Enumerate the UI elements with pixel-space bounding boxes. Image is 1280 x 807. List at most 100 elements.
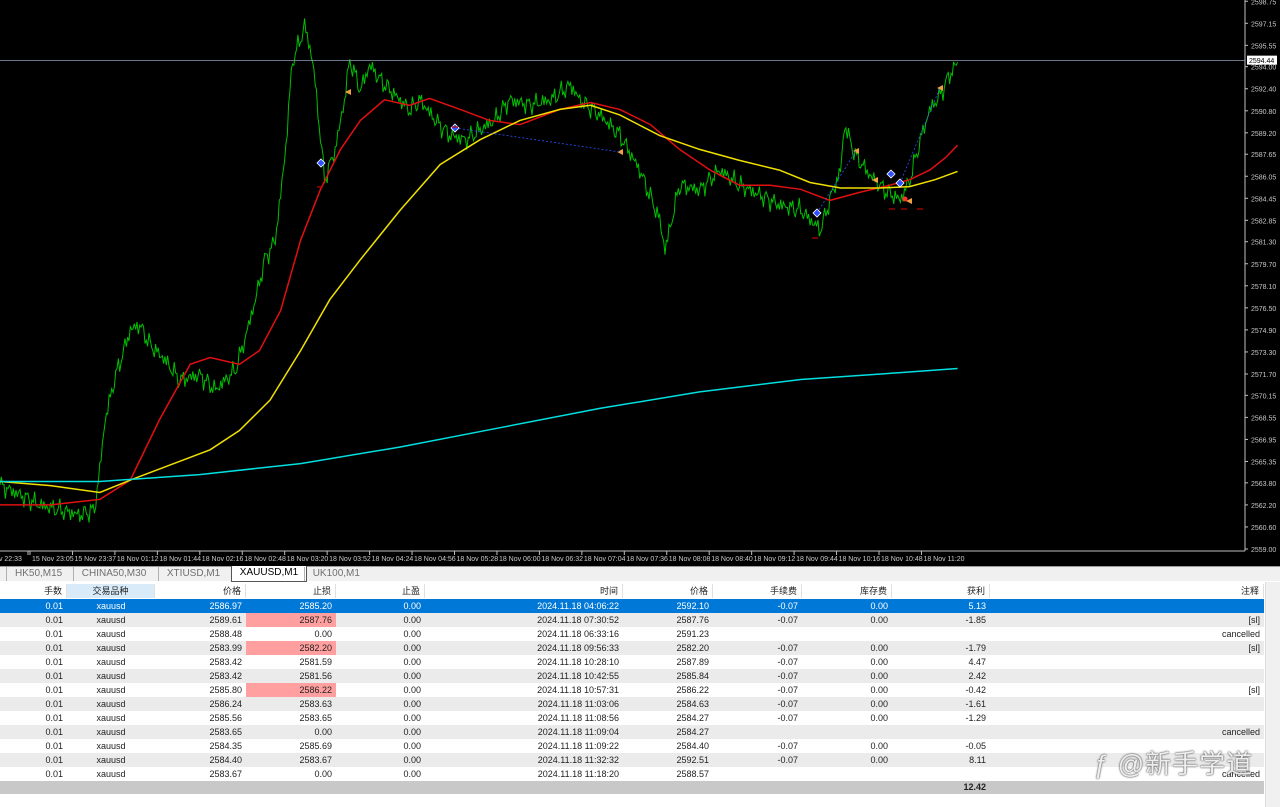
header-take-profit[interactable]: 止盈 [336, 584, 425, 598]
table-row[interactable]: 0.01 xauusd 2584.35 2585.69 0.00 2024.11.18 1… [0, 739, 1264, 753]
cell-comment: [sl] [1248, 615, 1260, 625]
cell-close-price: 2591.23 [676, 629, 709, 639]
cell-lots: 0.01 [45, 629, 63, 639]
table-row[interactable]: 0.01 xauusd 2585.80 2586.22 0.00 2024.11.18 1… [0, 683, 1264, 697]
cell-take-profit: 0.00 [403, 671, 421, 681]
cell-swap: 0.00 [870, 671, 888, 681]
cell-lots: 0.01 [45, 727, 63, 737]
cell-take-profit: 0.00 [403, 685, 421, 695]
header-time[interactable]: 时间 [425, 584, 623, 598]
cell-swap: 0.00 [870, 741, 888, 751]
cell-commission: -0.07 [777, 741, 798, 751]
cell-symbol: xauusd [96, 727, 126, 737]
table-row[interactable]: 0.01 xauusd 2583.65 0.00 0.00 2024.11.18 11:0… [0, 725, 1264, 739]
header-profit[interactable]: 获利 [892, 584, 990, 598]
cell-lots: 0.01 [45, 671, 63, 681]
chart-canvas[interactable]: 2598.75 2597.15 2595.55 2594.00 2592.40 2590.… [0, 0, 1280, 566]
cell-close-price: 2582.20 [676, 643, 709, 653]
cell-profit: -0.05 [965, 741, 986, 751]
cell-symbol: xauusd [96, 643, 126, 653]
header-open-price[interactable]: 价格 [155, 584, 246, 598]
tab-hk50-m15[interactable]: HK50,M15 [6, 567, 70, 581]
table-row[interactable]: 0.01 xauusd 2583.42 2581.56 0.00 2024.11.18 1… [0, 669, 1264, 683]
y-tick-label: 2566.95 [1251, 437, 1276, 444]
cell-lots: 0.01 [45, 615, 63, 625]
cell-time: 2024.11.18 11:08:56 [537, 713, 619, 723]
table-row[interactable]: 0.01 xauusd 2584.40 2583.67 0.00 2024.11.18 1… [0, 753, 1264, 767]
table-row[interactable]: 0.01 xauusd 2585.56 2583.65 0.00 2024.11.18 1… [0, 711, 1264, 725]
cell-lots: 0.01 [45, 713, 63, 723]
cell-time: 2024.11.18 11:03:06 [537, 699, 619, 709]
cell-profit: 8.11 [969, 755, 986, 765]
y-tick-label: 2560.60 [1251, 525, 1276, 532]
x-tick-label: 15 Nov 23:37 [74, 556, 116, 563]
tab-xauusd-m1[interactable]: XAUUSD,M1 [230, 566, 308, 582]
table-row[interactable]: 0.01 xauusd 2583.99 2582.20 0.00 2024.11.18 0… [0, 641, 1264, 655]
x-tick-label: 18 Nov 02:16 [202, 556, 244, 563]
header-comment[interactable]: 注释 [990, 584, 1264, 598]
cell-symbol: xauusd [96, 755, 126, 765]
y-tick-label: 2576.50 [1251, 306, 1276, 313]
cell-time: 2024.11.18 11:09:22 [537, 741, 619, 751]
cell-comment: [sl] [1248, 643, 1260, 653]
cell-swap: 0.00 [870, 643, 888, 653]
total-row: 12.42 [0, 781, 1264, 794]
cell-time: 2024.11.18 10:57:31 [537, 685, 619, 695]
header-stop-loss[interactable]: 止损 [246, 584, 336, 598]
series-ma-yellow [0, 104, 958, 494]
y-tick-label: 2581.30 [1251, 240, 1276, 247]
y-tick-label: 2584.45 [1251, 196, 1276, 203]
cell-open-price: 2583.42 [209, 671, 242, 681]
cell-stop-loss: 2585.20 [299, 601, 332, 611]
table-row[interactable]: 0.01 xauusd 2583.42 2581.59 0.00 2024.11.18 1… [0, 655, 1264, 669]
cell-lots: 0.01 [45, 657, 63, 667]
table-row[interactable]: 0.01 xauusd 2588.48 0.00 0.00 2024.11.18 06:3… [0, 627, 1264, 641]
cell-commission: -0.07 [777, 713, 798, 723]
table-row[interactable]: 0.01 xauusd 2586.24 2583.63 0.00 2024.11.18 1… [0, 697, 1264, 711]
table-row[interactable]: 0.01 xauusd 2586.97 2585.20 0.00 2024.11.18 0… [0, 599, 1264, 613]
y-tick-label: 2571.70 [1251, 372, 1276, 379]
cell-profit: -1.79 [965, 643, 986, 653]
cell-take-profit: 0.00 [403, 601, 421, 611]
cell-commission: -0.07 [777, 685, 798, 695]
cell-commission: -0.07 [777, 643, 798, 653]
weibo-icon: ƒ [1094, 749, 1110, 779]
y-tick-label: 2590.80 [1251, 109, 1276, 116]
header-lots[interactable]: 手数 [0, 584, 67, 598]
cell-profit: 4.47 [968, 657, 986, 667]
cell-open-price: 2583.99 [209, 643, 242, 653]
price-chart[interactable]: 2598.75 2597.15 2595.55 2594.00 2592.40 2590.… [0, 0, 1280, 566]
header-commission[interactable]: 手续费 [713, 584, 802, 598]
x-tick-label: 18 Nov 09:12 [754, 556, 796, 563]
table-row[interactable]: 0.01 xauusd 2589.61 2587.76 0.00 2024.11.18 0… [0, 613, 1264, 627]
cell-open-price: 2583.67 [209, 769, 242, 779]
tab-xtiusd-m1[interactable]: XTIUSD,M1 [157, 567, 228, 581]
x-tick-label: 18 Nov 04:56 [414, 556, 456, 563]
x-tick-label: 15 Nov 23:05 [32, 556, 74, 563]
cell-take-profit: 0.00 [403, 615, 421, 625]
cell-stop-loss: 2582.20 [246, 641, 336, 655]
cell-swap [802, 627, 892, 641]
tab-china50-m30[interactable]: CHINA50,M30 [72, 567, 154, 581]
table-row[interactable]: 0.01 xauusd 2583.67 0.00 0.00 2024.11.18 11:1… [0, 767, 1264, 781]
cell-symbol: xauusd [96, 601, 126, 611]
x-tick-label: 18 Nov 06:32 [541, 556, 583, 563]
cell-take-profit: 0.00 [403, 769, 421, 779]
cell-profit: -1.61 [965, 699, 986, 709]
header-close-price[interactable]: 价格 [623, 584, 713, 598]
x-tick-label: 18 Nov 10:16 [839, 556, 881, 563]
vertical-scrollbar[interactable] [1265, 582, 1280, 807]
total-profit: 12.42 [963, 782, 986, 792]
cell-profit: -1.85 [965, 615, 986, 625]
y-tick-label: 2573.30 [1251, 350, 1276, 357]
tab-uk100-m1[interactable]: UK100,M1 [303, 567, 368, 581]
cell-open-price: 2583.65 [209, 727, 242, 737]
header-symbol[interactable]: 交易品种 [67, 584, 155, 598]
x-tick-label: 18 Nov 11:20 [923, 556, 964, 563]
cell-symbol: xauusd [96, 685, 126, 695]
header-swap[interactable]: 库存费 [802, 584, 892, 598]
cell-swap: 0.00 [870, 755, 888, 765]
cell-swap [802, 725, 892, 739]
cell-symbol: xauusd [96, 629, 126, 639]
cell-time: 2024.11.18 11:32:32 [537, 755, 619, 765]
